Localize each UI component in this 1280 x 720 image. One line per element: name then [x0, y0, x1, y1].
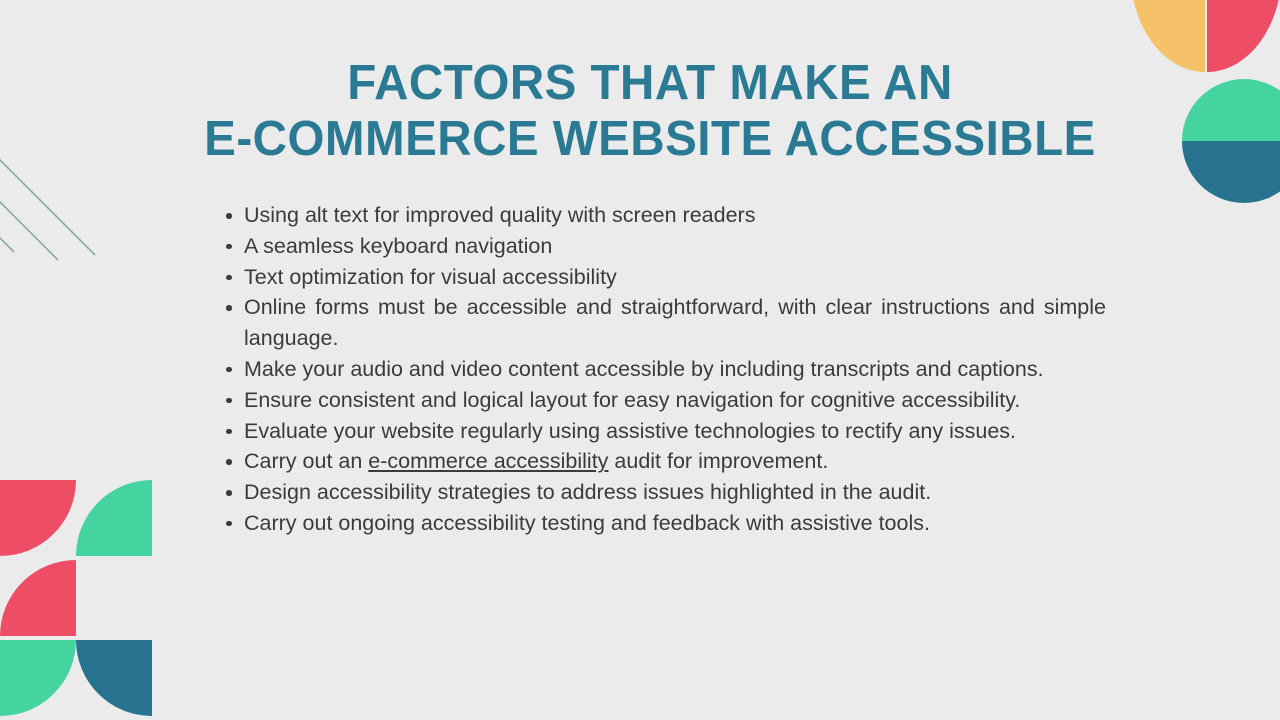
diagonal-accent-lines-icon: [0, 158, 96, 261]
list-item: Make your audio and video content access…: [222, 354, 1106, 385]
bottom-left-decoration: [0, 480, 152, 720]
list-item: A seamless keyboard navigation: [222, 231, 1106, 262]
slide-title: FACTORS THAT MAKE AN E-COMMERCE WEBSITE …: [150, 55, 1150, 167]
green-quarter-tile-2-icon: [0, 640, 76, 716]
ecommerce-accessibility-link[interactable]: e-commerce accessibility: [368, 449, 608, 473]
list-item: Ensure consistent and logical layout for…: [222, 385, 1106, 416]
list-item: Using alt text for improved quality with…: [222, 200, 1106, 231]
list-item: Online forms must be accessible and stra…: [222, 292, 1106, 354]
list-item-text-before-link: Carry out an: [244, 449, 369, 474]
factors-bullet-list: Using alt text for improved quality with…: [222, 200, 1106, 539]
list-item: Carry out ongoing accessibility testing …: [222, 508, 1106, 539]
list-item-with-link: Carry out an e-commerce accessibility au…: [222, 446, 1106, 477]
list-item: Text optimization for visual accessibili…: [222, 262, 1106, 293]
split-circle-green-teal-icon: [1182, 79, 1280, 203]
slide-canvas: FACTORS THAT MAKE AN E-COMMERCE WEBSITE …: [0, 0, 1280, 720]
list-item: Evaluate your website regularly using as…: [222, 416, 1106, 447]
red-quarter-tile-2-icon: [0, 560, 76, 636]
red-quarter-tile-icon: [0, 480, 76, 556]
title-line-2: E-COMMERCE WEBSITE ACCESSIBLE: [204, 112, 1096, 166]
list-item-text-after-link: audit for improvement.: [608, 449, 829, 474]
red-quarter-circle-icon: [1207, 0, 1280, 72]
teal-quarter-tile-icon: [76, 640, 152, 716]
green-quarter-tile-icon: [76, 480, 152, 556]
title-line-1: FACTORS THAT MAKE AN: [347, 56, 953, 110]
slide-body: Using alt text for improved quality with…: [222, 200, 1106, 539]
list-item: Design accessibility strategies to addre…: [222, 477, 1106, 508]
